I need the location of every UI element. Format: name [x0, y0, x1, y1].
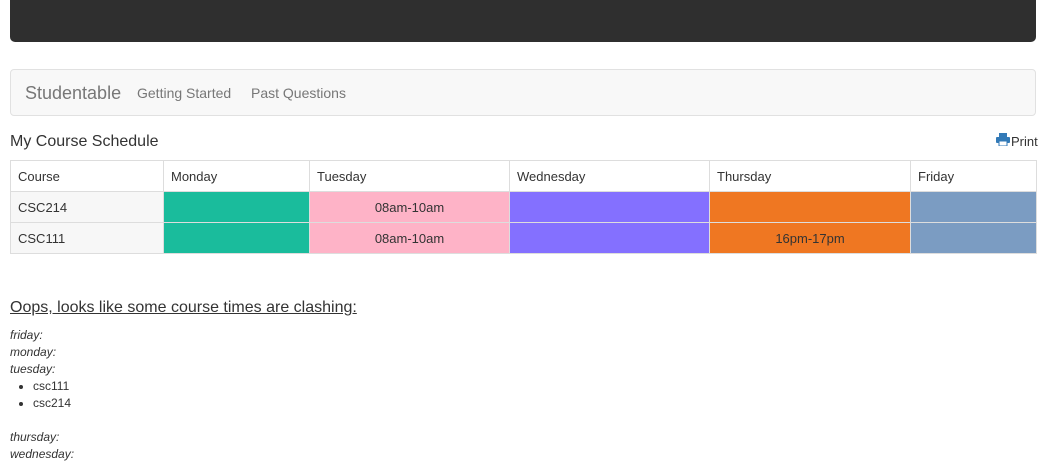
thursday-slot: 16pm-17pm [709, 222, 911, 254]
printer-icon [996, 133, 1011, 149]
print-button[interactable]: Print [996, 133, 1038, 149]
clash-day-tuesday: tuesday: csc111 csc214 [10, 361, 74, 412]
page-title: My Course Schedule [10, 133, 159, 150]
schedule-table: Course Monday Tuesday Wednesday Thursday… [10, 160, 1037, 254]
friday-slot [910, 191, 1037, 223]
top-header-bar [10, 0, 1036, 42]
column-header-thursday: Thursday [709, 160, 911, 192]
day-label: thursday: [10, 430, 60, 444]
column-header-tuesday: Tuesday [309, 160, 510, 192]
list-item: csc214 [33, 395, 74, 412]
clash-day-thursday: thursday: [10, 429, 74, 446]
course-cell: CSC111 [10, 222, 164, 254]
wednesday-slot [509, 191, 710, 223]
nav-getting-started[interactable]: Getting Started [137, 85, 231, 101]
table-row: CSC214 08am-10am [10, 191, 1037, 223]
column-header-course: Course [10, 160, 164, 192]
column-header-wednesday: Wednesday [509, 160, 710, 192]
day-label: wednesday: [10, 447, 75, 461]
brand-link[interactable]: Studentable [25, 83, 121, 104]
table-header-row: Course Monday Tuesday Wednesday Thursday… [10, 160, 1037, 192]
course-cell: CSC214 [10, 191, 164, 223]
wednesday-slot [509, 222, 710, 254]
clash-day-wednesday: wednesday: [10, 446, 74, 463]
friday-slot [910, 222, 1037, 254]
clash-heading: Oops, looks like some course times are c… [10, 299, 357, 316]
table-row: CSC111 08am-10am 16pm-17pm [10, 222, 1037, 254]
tuesday-slot: 08am-10am [309, 222, 510, 254]
monday-slot [163, 222, 310, 254]
day-label: monday: [10, 345, 57, 359]
column-header-monday: Monday [163, 160, 310, 192]
navbar: Studentable Getting Started Past Questio… [10, 69, 1036, 116]
clash-course-list: csc111 csc214 [10, 378, 74, 412]
day-label: tuesday: [10, 362, 56, 376]
day-label: friday: [10, 328, 43, 342]
print-label: Print [1011, 133, 1038, 149]
column-header-friday: Friday [910, 160, 1037, 192]
monday-slot [163, 191, 310, 223]
nav-past-questions[interactable]: Past Questions [251, 85, 346, 101]
clash-list: friday: monday: tuesday: csc111 csc214 t… [10, 327, 74, 463]
clash-day-monday: monday: [10, 344, 74, 361]
list-item: csc111 [33, 378, 74, 395]
tuesday-slot: 08am-10am [309, 191, 510, 223]
clash-day-friday: friday: [10, 327, 74, 344]
thursday-slot [709, 191, 911, 223]
